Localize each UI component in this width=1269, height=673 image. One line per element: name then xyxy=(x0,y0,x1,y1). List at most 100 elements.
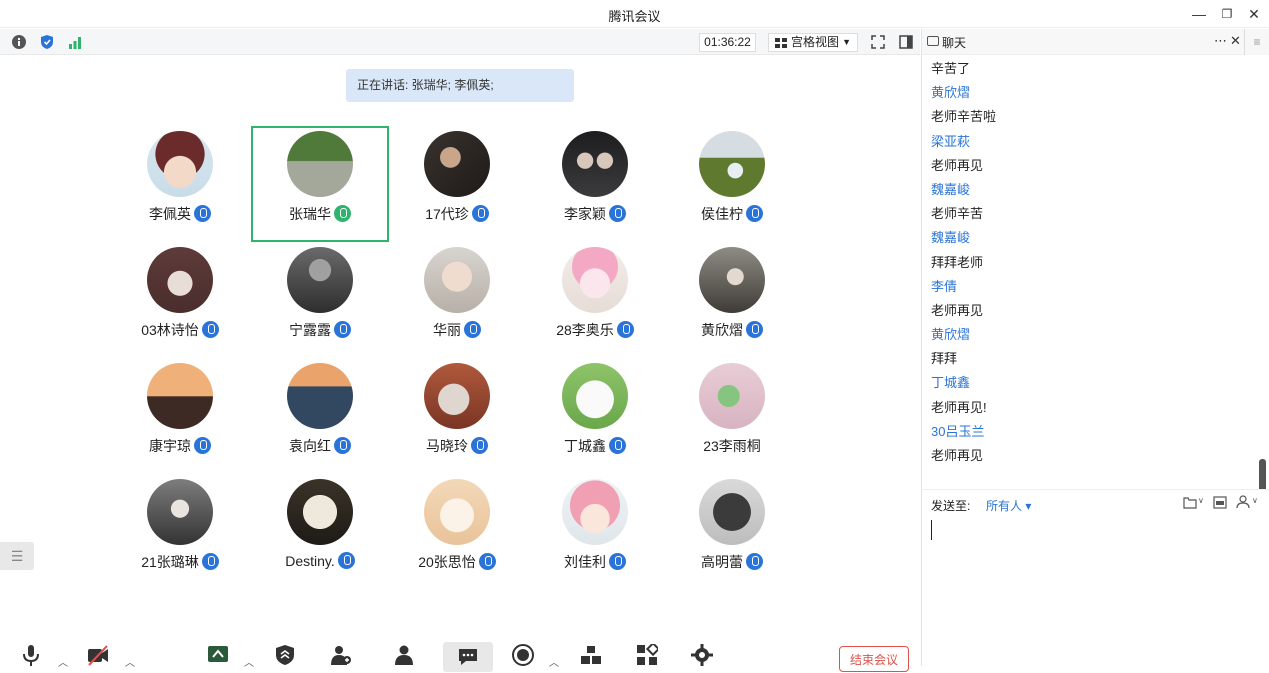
mention-options-caret-icon[interactable]: ∨ xyxy=(1252,496,1258,505)
participant-tile[interactable]: 马晓玲 xyxy=(388,358,526,474)
microphone-status-icon xyxy=(334,321,351,338)
participant-name: 28李奥乐 xyxy=(526,320,664,340)
sidebar-toggle-icon[interactable] xyxy=(898,34,914,50)
mic-options-caret-icon[interactable]: ︿ xyxy=(58,654,68,669)
participant-avatar xyxy=(562,131,628,197)
participant-tile[interactable]: 李佩英 xyxy=(111,126,249,242)
camera-options-caret-icon[interactable]: ︿ xyxy=(125,654,135,669)
participant-name: 张瑞华 xyxy=(253,204,387,224)
microphone-status-icon xyxy=(194,205,211,222)
participant-tile[interactable]: 华丽 xyxy=(388,242,526,358)
chat-sender-name[interactable]: 魏嘉峻 xyxy=(931,178,1251,202)
chat-sender-name[interactable]: 梁亚萩 xyxy=(931,130,1251,154)
bottom-control-bar: ︿ ︿ ︿ ︿ xyxy=(0,636,920,672)
participant-tile[interactable]: 23李雨桐 xyxy=(663,358,801,474)
chat-message-text: 拜拜老师 xyxy=(931,254,984,270)
chat-sender-name[interactable]: 魏嘉峻 xyxy=(931,226,1251,250)
participant-tile[interactable]: 张瑞华 xyxy=(251,126,389,242)
settings-gear-icon[interactable] xyxy=(691,644,713,666)
participant-tile[interactable]: 黄欣熠 xyxy=(663,242,801,358)
participant-tile[interactable]: 宁露露 xyxy=(251,242,389,358)
microphone-status-icon xyxy=(616,321,634,338)
chat-sender-name[interactable]: 30吕玉兰 xyxy=(931,420,1251,444)
participant-tile[interactable]: 李家颖 xyxy=(526,126,664,242)
participant-avatar xyxy=(562,479,628,545)
participant-tile[interactable]: 袁向红 xyxy=(251,358,389,474)
more-options-icon[interactable]: ⋯ xyxy=(1214,33,1227,49)
collapse-panel-icon[interactable]: ≡ xyxy=(1244,29,1269,55)
chat-panel: 聊天 ⋯ ✕ 辛苦了 黄欣熠 老师辛苦啦 梁亚萩 老师再见 魏嘉峻 老师辛苦 魏嘉峻 拜拜老师李… xyxy=(921,29,1269,666)
record-options-caret-icon[interactable]: ︿ xyxy=(549,654,559,669)
breakout-rooms-icon[interactable] xyxy=(580,644,602,666)
chat-input-field[interactable] xyxy=(931,520,932,540)
participant-tile[interactable]: 丁城鑫 xyxy=(526,358,664,474)
participant-name-label: 23李雨桐 xyxy=(703,438,761,454)
participant-tile[interactable]: 21张璐琳 xyxy=(111,474,249,570)
apps-icon[interactable] xyxy=(636,644,658,666)
end-meeting-button[interactable]: 结束会议 xyxy=(839,646,909,672)
minimize-button[interactable]: — xyxy=(1188,4,1210,24)
participant-tile[interactable]: 28李奥乐 xyxy=(526,242,664,358)
chat-sender-name[interactable]: 丁城鑫 xyxy=(931,371,1251,395)
signal-strength-icon[interactable] xyxy=(67,34,83,50)
view-mode-dropdown[interactable]: 宫格视图 ▼ xyxy=(768,33,858,52)
participant-tile[interactable]: 17代珍 xyxy=(388,126,526,242)
microphone-status-icon xyxy=(746,321,763,338)
microphone-status-icon xyxy=(337,552,355,569)
participant-name-label: 张瑞华 xyxy=(289,206,331,222)
fullscreen-icon[interactable] xyxy=(870,34,886,50)
security-shield-icon[interactable] xyxy=(39,34,55,50)
participant-name-label: Destiny. xyxy=(285,553,335,569)
participant-tile[interactable]: Destiny. xyxy=(251,474,389,570)
info-icon[interactable] xyxy=(11,34,27,50)
participant-tile[interactable]: 03林诗怡 xyxy=(111,242,249,358)
participant-name: 21张璐琳 xyxy=(111,552,249,570)
file-options-caret-icon[interactable]: ∨ xyxy=(1198,496,1204,505)
participant-name: 23李雨桐 xyxy=(663,436,801,456)
participant-tile[interactable]: 高明蕾 xyxy=(663,474,801,570)
restore-button[interactable]: ❐ xyxy=(1216,4,1238,24)
participant-tile[interactable]: 刘佳利 xyxy=(526,474,664,570)
participants-icon[interactable] xyxy=(393,644,415,666)
security-icon[interactable] xyxy=(274,644,296,666)
chat-message-text: 老师再见 xyxy=(931,448,984,463)
participant-avatar xyxy=(562,363,628,429)
participant-avatar xyxy=(562,247,628,313)
microphone-icon[interactable] xyxy=(20,644,42,666)
participant-avatar xyxy=(699,479,765,545)
chevron-down-icon: ▼ xyxy=(842,37,851,47)
participant-name: 侯佳柠 xyxy=(663,204,801,224)
close-chat-icon[interactable]: ✕ xyxy=(1230,33,1241,49)
list-menu-icon[interactable]: ☰ xyxy=(0,542,34,570)
camera-off-icon[interactable] xyxy=(87,644,109,666)
participant-avatar xyxy=(147,247,213,313)
invite-icon[interactable] xyxy=(330,644,352,666)
chat-sender-name[interactable]: 黄欣熠 xyxy=(931,81,1251,105)
participant-name: 17代珍 xyxy=(388,204,526,224)
participant-tile[interactable]: 侯佳柠 xyxy=(663,126,801,242)
mention-user-icon[interactable] xyxy=(1236,495,1250,509)
participant-name: 康宇琼 xyxy=(111,436,249,456)
microphone-status-icon xyxy=(609,553,626,570)
share-screen-icon[interactable] xyxy=(207,644,229,666)
chat-message-list: 辛苦了 黄欣熠 老师辛苦啦 梁亚萩 老师再见 魏嘉峻 老师辛苦 魏嘉峻 拜拜老师 李倩 老师再见 黄欣… xyxy=(931,57,1251,468)
participant-tile[interactable]: 20张思怡 xyxy=(388,474,526,570)
participant-avatar xyxy=(287,247,353,313)
participant-name: 李佩英 xyxy=(111,204,249,224)
participant-avatar xyxy=(699,363,765,429)
screenshot-icon[interactable] xyxy=(1213,495,1227,509)
chat-sender-name[interactable]: 李倩 xyxy=(931,275,1251,299)
chat-sender-name[interactable]: 黄欣熠 xyxy=(931,323,1251,347)
recipient-dropdown[interactable]: 所有人 ▾ xyxy=(986,497,1031,514)
close-button[interactable]: ✕ xyxy=(1243,4,1265,24)
participant-tile[interactable]: 康宇琼 xyxy=(111,358,249,474)
participant-name-label: 20张思怡 xyxy=(418,554,476,570)
participant-name: 丁城鑫 xyxy=(526,436,664,456)
share-options-caret-icon[interactable]: ︿ xyxy=(244,654,254,669)
file-icon[interactable] xyxy=(1183,496,1197,509)
chat-button[interactable] xyxy=(443,642,493,672)
record-icon[interactable] xyxy=(512,644,534,666)
title-bar: 腾讯会议 — ❐ ✕ xyxy=(0,0,1269,28)
participant-name-label: 袁向红 xyxy=(289,438,331,454)
participant-name: 刘佳利 xyxy=(526,552,664,570)
